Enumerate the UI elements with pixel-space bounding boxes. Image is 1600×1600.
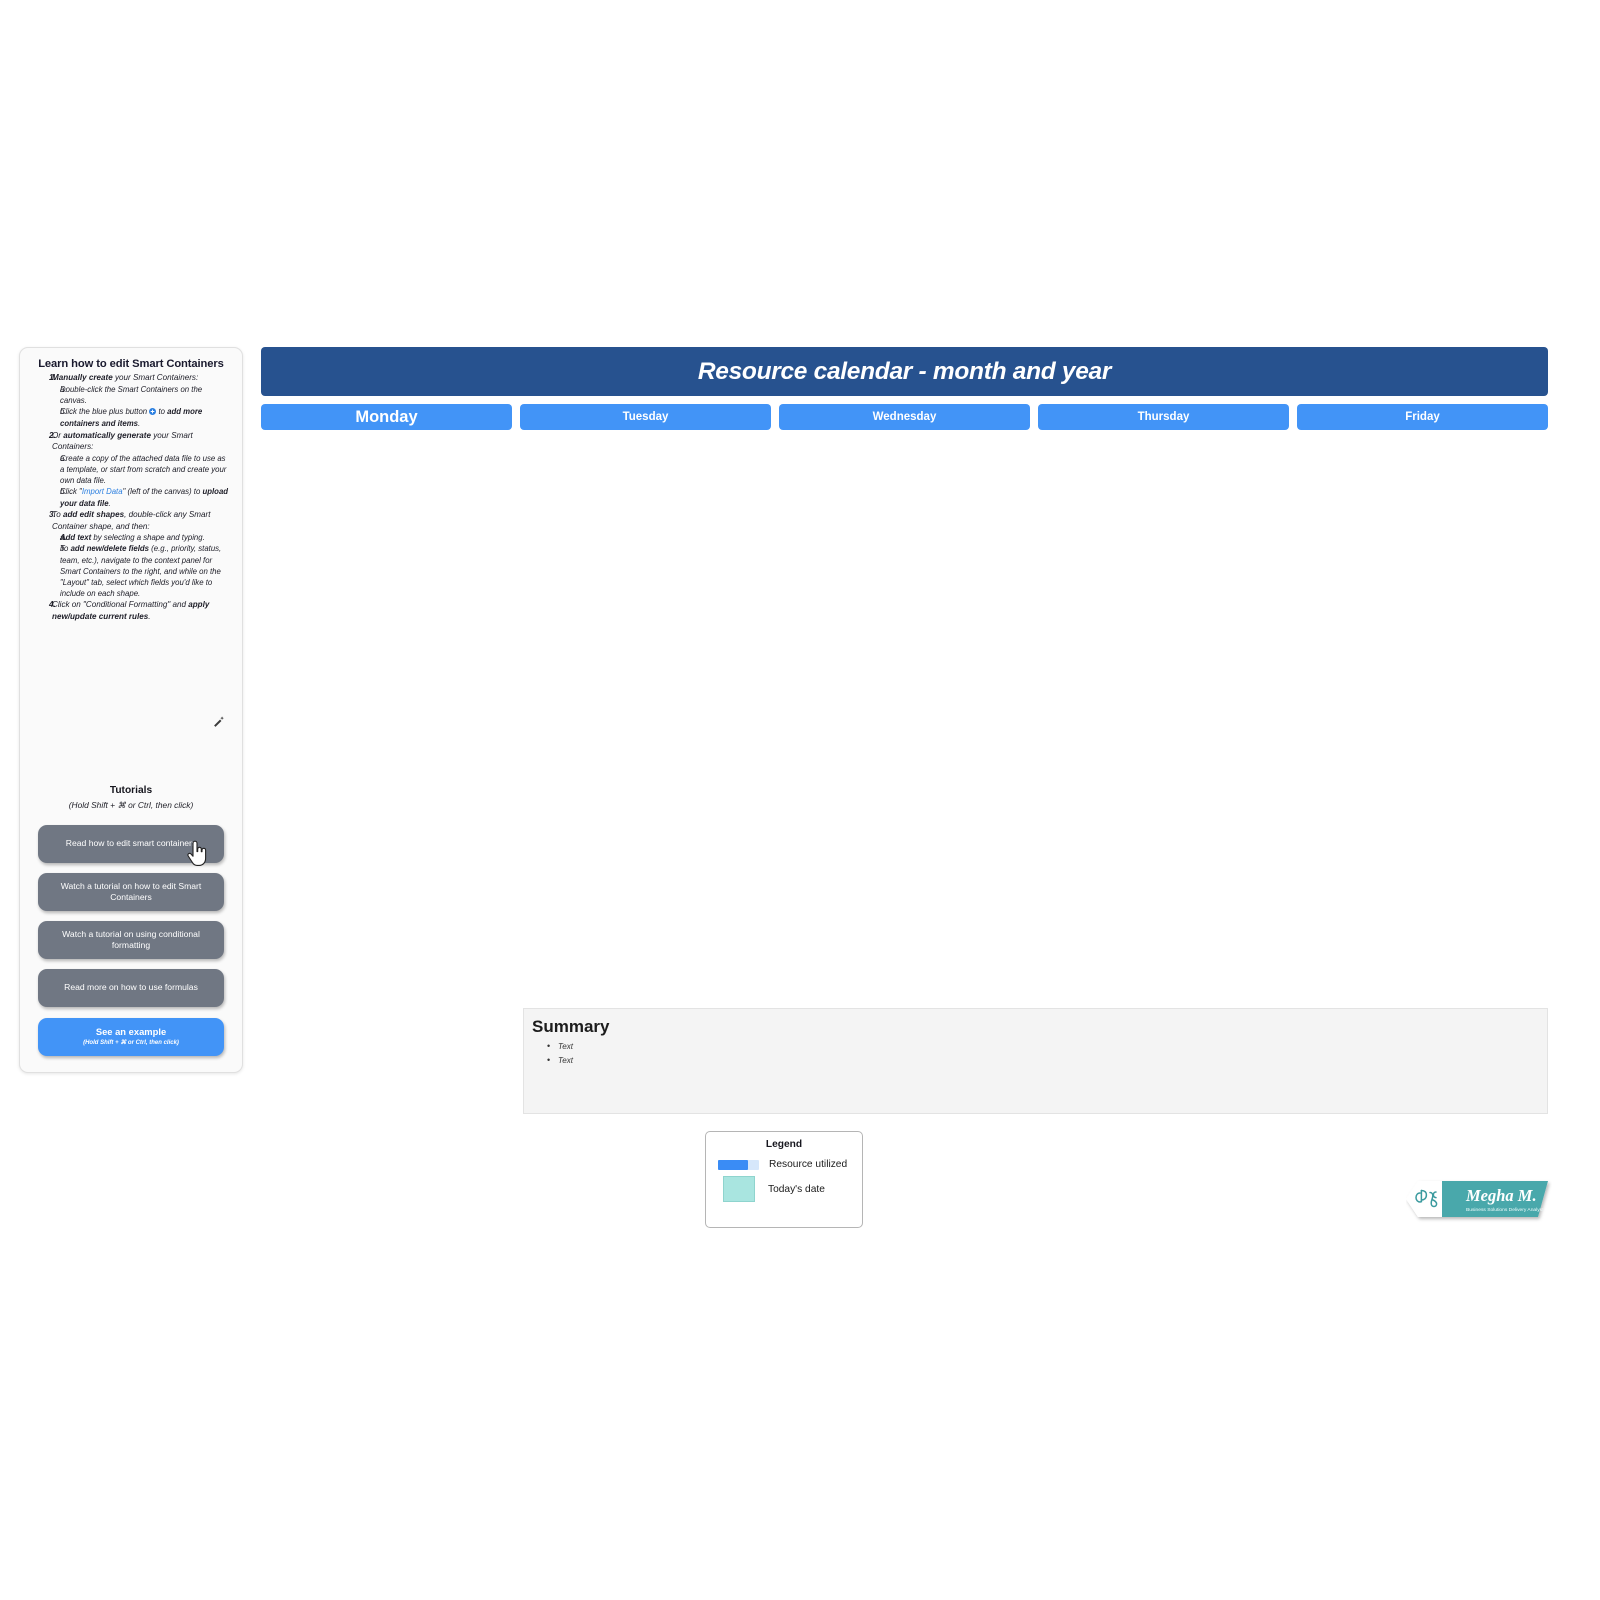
- summary-bullet-item[interactable]: Text: [547, 1053, 1547, 1069]
- instruction-3a-rest: by selecting a shape and typing.: [91, 533, 205, 543]
- summary-title: Summary: [532, 1017, 610, 1036]
- instruction-item-2: 2. Or automatically generate your Smart …: [32, 430, 230, 453]
- instruction-item-3b: b. To add new/delete fields (e.g., prior…: [32, 543, 230, 599]
- instruction-2-strong: automatically generate: [63, 430, 151, 440]
- instruction-number: 3.: [49, 509, 56, 519]
- legend-panel: Legend Resource utilized Today's date: [705, 1131, 863, 1228]
- instruction-item-1b: b. Click the blue plus button to add mor…: [32, 406, 230, 429]
- tutorials-subtitle: (Hold Shift + ⌘ or Ctrl, then click): [68, 800, 194, 810]
- legend-row-todays-date: Today's date: [718, 1176, 862, 1202]
- instructions-title: Learn how to edit Smart Containers: [38, 358, 224, 370]
- blue-plus-icon: [149, 407, 157, 418]
- legend-label-resource-utilized: Resource utilized: [769, 1159, 848, 1170]
- legend-row-resource-utilized: Resource utilized: [718, 1159, 862, 1170]
- calendar-day-header-row: Monday Tuesday Wednesday Thursday Friday: [261, 404, 1548, 430]
- calendar-title-bar: Resource calendar - month and year: [261, 347, 1548, 396]
- import-data-link[interactable]: Import Data: [82, 487, 123, 496]
- instruction-number: b.: [60, 544, 67, 554]
- instruction-3a-strong: Add text: [60, 533, 92, 543]
- instruction-2b-end: .: [108, 498, 111, 508]
- instruction-2-pre: Or: [52, 430, 64, 440]
- resource-utilized-swatch: [718, 1159, 759, 1170]
- see-an-example-label: See an example: [95, 1026, 167, 1038]
- instructions-card: Learn how to edit Smart Containers 1. Ma…: [19, 347, 243, 1073]
- day-column-header-thursday[interactable]: Thursday: [1038, 404, 1289, 430]
- instruction-1b-mid: to: [158, 407, 165, 417]
- day-column-header-friday[interactable]: Friday: [1297, 404, 1548, 430]
- see-an-example-button[interactable]: See an example (Hold Shift + ⌘ or Ctrl, …: [38, 1018, 224, 1056]
- instruction-number: 4.: [49, 600, 56, 610]
- instruction-4-pre: Click on "Conditional Formatting" and: [52, 600, 189, 610]
- instruction-item-4: 4. Click on "Conditional Formatting" and…: [32, 599, 230, 622]
- instruction-1a-text: Double-click the Smart Containers on the…: [60, 384, 203, 405]
- instruction-item-1: 1. Manually create your Smart Containers…: [32, 372, 230, 384]
- instruction-number: 1.: [49, 373, 56, 382]
- day-column-header-tuesday[interactable]: Tuesday: [520, 404, 771, 430]
- logo-name: Megha M.: [1465, 1186, 1537, 1205]
- watch-tutorial-edit-smart-containers-button[interactable]: Watch a tutorial on how to edit Smart Co…: [38, 873, 224, 911]
- read-how-to-edit-smart-containers-button[interactable]: Read how to edit smart containers: [38, 825, 224, 863]
- instruction-item-2b: b. Click "Import Data" (left of the canv…: [32, 486, 230, 508]
- instruction-4-end: .: [148, 612, 151, 622]
- instruction-3-strong: add edit shapes: [62, 509, 125, 519]
- summary-panel: Summary Text Text: [523, 1008, 1548, 1114]
- day-column-header-wednesday[interactable]: Wednesday: [779, 404, 1030, 430]
- author-signature-logo: Megha M. Business Solutions Delivery Ana…: [1406, 1175, 1552, 1223]
- logo-tagline: Business Solutions Delivery Analyst: [1466, 1207, 1544, 1213]
- summary-bullet-list: Text Text: [524, 1039, 1547, 1069]
- day-column-header-monday[interactable]: Monday: [261, 404, 512, 430]
- instruction-3b-pre: To: [60, 544, 71, 554]
- instruction-1-rest: your Smart Containers:: [112, 373, 199, 382]
- instruction-number: a.: [60, 453, 67, 463]
- instruction-1b-end: .: [138, 419, 141, 429]
- instruction-2b-mid: " (left of the canvas) to: [122, 487, 203, 497]
- instruction-number: a.: [60, 533, 67, 543]
- instruction-item-3: 3. To add edit shapes, double-click any …: [32, 509, 230, 532]
- see-an-example-sublabel: (Hold Shift + ⌘ or Ctrl, then click): [83, 1039, 179, 1046]
- instruction-1-strong: Manually create: [52, 373, 113, 382]
- tutorials-title: Tutorials: [109, 785, 153, 796]
- instruction-number: a.: [60, 384, 67, 394]
- todays-date-swatch: [723, 1176, 755, 1202]
- watch-tutorial-conditional-formatting-button[interactable]: Watch a tutorial on using conditional fo…: [38, 921, 224, 959]
- legend-label-todays-date: Today's date: [768, 1183, 825, 1195]
- instructions-list: 1. Manually create your Smart Containers…: [32, 372, 230, 623]
- instruction-number: b.: [60, 487, 67, 497]
- read-more-formulas-button[interactable]: Read more on how to use formulas: [38, 969, 224, 1007]
- app-canvas: Learn how to edit Smart Containers 1. Ma…: [0, 0, 1600, 1600]
- legend-title: Legend: [765, 1139, 803, 1150]
- instruction-item-1a: a. Double-click the Smart Containers on …: [32, 384, 230, 406]
- instruction-number: b.: [60, 407, 67, 417]
- calendar-title: Resource calendar - month and year: [697, 357, 1112, 385]
- instruction-2a-text: Create a copy of the attached data file …: [60, 453, 227, 486]
- magic-wand-icon: [212, 715, 226, 729]
- instruction-item-2a: a. Create a copy of the attached data fi…: [32, 453, 230, 487]
- instruction-3b-strong: add new/delete fields: [70, 544, 149, 554]
- instruction-item-3a: a. Add text by selecting a shape and typ…: [32, 532, 230, 543]
- summary-bullet-item[interactable]: Text: [547, 1039, 1547, 1055]
- instruction-2b-pre: Click ": [60, 487, 82, 497]
- instruction-1b-pre: Click the blue plus button: [60, 407, 148, 417]
- instruction-number: 2.: [49, 430, 56, 440]
- instruction-3-pre: To: [52, 509, 63, 519]
